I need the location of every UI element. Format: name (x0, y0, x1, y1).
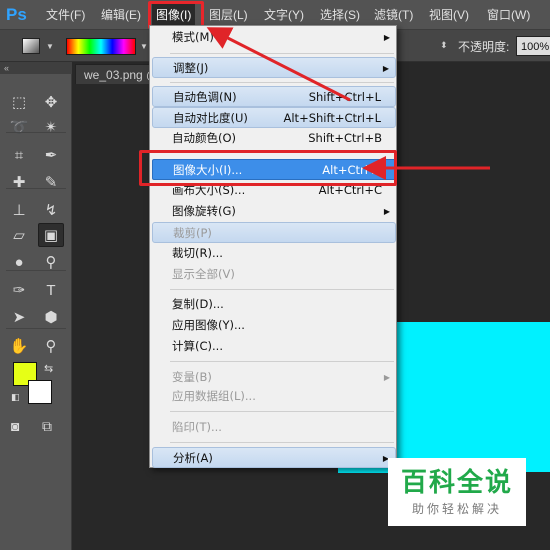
watermark-title: 百科全说 (400, 467, 513, 498)
arrow-to-image-menu (206, 27, 351, 102)
watermark-badge: 百科全说 助你轻松解决 (388, 458, 526, 526)
watermark-subtitle: 助你轻松解决 (411, 501, 502, 516)
